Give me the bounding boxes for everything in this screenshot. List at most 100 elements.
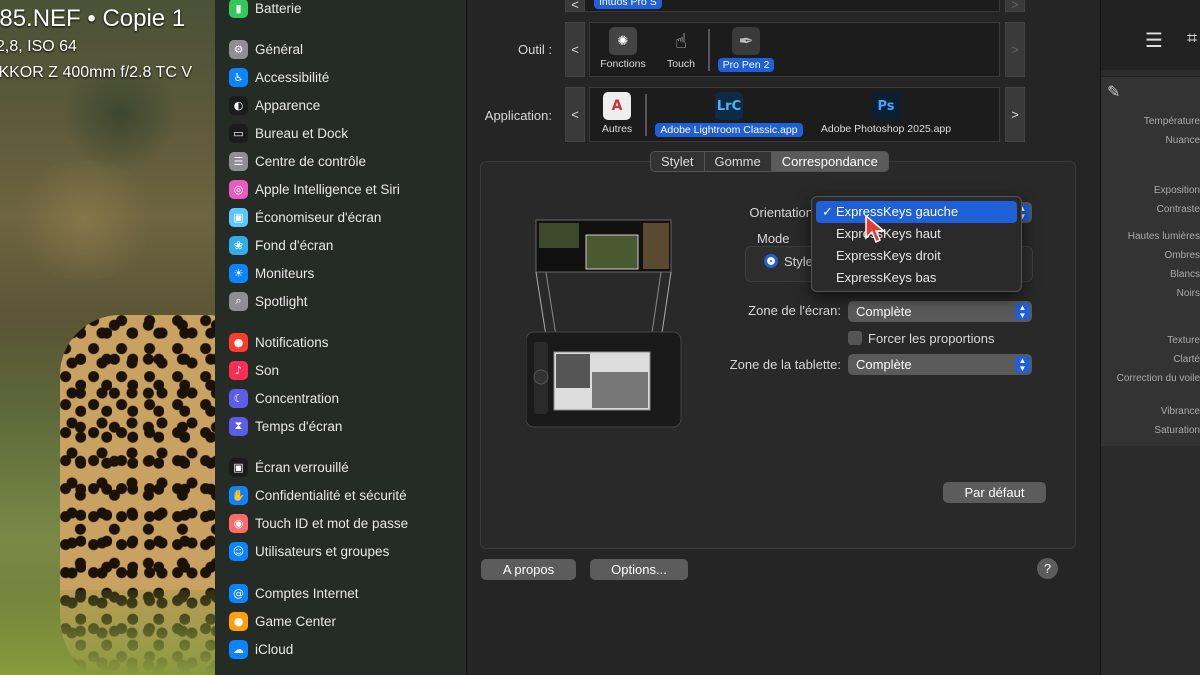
app-separator	[645, 94, 647, 136]
tool-pro-pen-2-label: Pro Pen 2	[717, 58, 775, 72]
touch-ring-illustration	[533, 369, 549, 385]
chevron-updown-icon: ▲ ▼	[1015, 303, 1030, 320]
orientation-option-droit[interactable]: ExpressKeys droit	[816, 245, 1017, 267]
screen-zone-label: Zone de l'écran:	[748, 303, 841, 318]
sidebar-item-7[interactable]: ▣ Économiseur d'écran	[229, 206, 381, 228]
sidebar-item-9[interactable]: ☀ Moniteurs	[229, 262, 314, 284]
photo-lens: IKKOR Z 400mm f/2.8 TC V	[0, 64, 192, 81]
eyedropper-icon[interactable]: ✎	[1107, 82, 1120, 102]
options-button[interactable]: Options...	[590, 559, 688, 580]
gear-icon: ⚙	[229, 39, 248, 59]
device-next-button[interactable]: >	[1005, 0, 1025, 12]
orientation-option-bas[interactable]: ExpressKeys bas	[816, 267, 1017, 289]
sidebar-item-16[interactable]: ✋ Confidentialité et sécurité	[229, 484, 407, 506]
device-intuos-pro-s[interactable]: Intuos Pro S	[594, 0, 662, 9]
tab-correspondance[interactable]: Correspondance	[771, 152, 888, 171]
sidebar-item-18[interactable]: ☺ Utilisateurs et groupes	[229, 540, 389, 562]
device-prev-button[interactable]: <	[565, 0, 585, 12]
sidebar-item-10[interactable]: ⌕ Spotlight	[229, 290, 308, 312]
app-photoshop-label: Adobe Photoshop 2025.app	[820, 123, 952, 135]
tool-prev-button[interactable]: <	[565, 22, 585, 77]
sidebar-item-6[interactable]: ◎ Apple Intelligence et Siri	[229, 178, 400, 200]
sidebar-item-11[interactable]: ● Notifications	[229, 331, 329, 353]
sidebar-item-label: Touch ID et mot de passe	[255, 515, 409, 531]
lightroom-slider-label: Saturation	[1154, 425, 1200, 436]
application-label: Application:	[484, 108, 552, 123]
tablet-zone-popup[interactable]: Complète ▲ ▼	[848, 354, 1032, 375]
sidebar-item-1[interactable]: ⚙ Général	[229, 38, 303, 60]
app-next-button[interactable]: >	[1005, 87, 1025, 142]
users-icon: ☺	[229, 541, 248, 561]
sidebar-item-15[interactable]: ▣ Écran verrouillé	[229, 456, 349, 478]
sidebar-item-5[interactable]: ☰ Centre de contrôle	[229, 150, 366, 172]
sidebar-item-8[interactable]: ❀ Fond d'écran	[229, 234, 333, 256]
moon-icon: ☾	[229, 388, 248, 408]
tool-fonctions-label: Fonctions	[600, 58, 646, 70]
sidebar-item-label: Son	[255, 362, 280, 378]
help-button[interactable]: ?	[1037, 558, 1058, 579]
lightroom-develop-panel: ☰ ⌗ ✎ Température Nuance Exposition Contras…	[1100, 0, 1200, 675]
tool-label: Outil :	[518, 42, 552, 57]
device-strip: Intuos Pro S	[565, 0, 1000, 12]
photo-filename: 385.NEF • Copie 1	[0, 5, 186, 32]
app-photoshop[interactable]: Ps Adobe Photoshop 2025.app	[812, 92, 960, 135]
tab-stylet[interactable]: Stylet	[651, 152, 705, 171]
sidebar-item-13[interactable]: ☾ Concentration	[229, 387, 339, 409]
battery-icon: ▮	[229, 0, 248, 18]
sidebar-item-0[interactable]: ▮ Batterie	[229, 0, 302, 19]
cloud-icon: ☁	[229, 639, 248, 659]
app-lightroom-classic[interactable]: LrC Adobe Lightroom Classic.app	[652, 92, 806, 137]
sidebar-item-label: Comptes Internet	[255, 585, 359, 601]
app-autres[interactable]: A Autres	[594, 92, 640, 135]
other-apps-icon: A	[603, 92, 631, 120]
sidebar-item-21[interactable]: ☁ iCloud	[229, 638, 293, 660]
lightroom-slider-label: Nuance	[1165, 135, 1200, 146]
tablet-window	[556, 354, 590, 388]
tool-fonctions[interactable]: ✺ Fonctions	[596, 27, 650, 70]
sliders-icon[interactable]: ☰	[1145, 28, 1163, 53]
app-prev-button[interactable]: <	[565, 87, 585, 142]
sidebar-item-17[interactable]: ◉ Touch ID et mot de passe	[229, 512, 408, 534]
force-proportions-checkbox[interactable]	[848, 331, 862, 345]
mode-radio-stylet[interactable]	[764, 254, 778, 268]
crop-icon[interactable]: ⌗	[1187, 28, 1197, 49]
wallpaper-icon: ❀	[229, 235, 248, 255]
sidebar-item-4[interactable]: ▭ Bureau et Dock	[229, 122, 348, 144]
tab-gomme[interactable]: Gomme	[705, 152, 772, 171]
siri-icon: ◎	[229, 179, 248, 199]
orientation-option-haut[interactable]: ExpressKeys haut	[816, 223, 1017, 245]
mapping-tabs: Stylet Gomme Correspondance	[650, 151, 889, 172]
sidebar-item-20[interactable]: ● Game Center	[229, 610, 336, 632]
sidebar-item-label: Concentration	[255, 390, 340, 406]
tool-touch[interactable]: ☝ Touch	[656, 27, 706, 70]
tool-next-button[interactable]: >	[1005, 22, 1025, 77]
functions-icon: ✺	[609, 27, 637, 55]
hand-icon: ✋	[229, 485, 248, 505]
sidebar-item-2[interactable]: ♿ Accessibilité	[229, 66, 329, 88]
about-button[interactable]: A propos	[481, 559, 576, 580]
tool-pro-pen-2[interactable]: ✒ Pro Pen 2	[714, 27, 778, 72]
sidebar-item-19[interactable]: @ Comptes Internet	[229, 582, 359, 604]
lightroom-slider-label: Noirs	[1176, 288, 1200, 299]
fingerprint-icon: ◉	[229, 513, 248, 533]
photo-exposure: 2,8, ISO 64	[0, 38, 77, 55]
lightroom-slider-label: Texture	[1167, 335, 1200, 346]
default-button[interactable]: Par défaut	[943, 482, 1046, 503]
grass-image	[0, 590, 215, 675]
lightroom-slider-label: Clarté	[1173, 354, 1200, 365]
lightroom-slider-label: Correction du voile	[1116, 373, 1200, 384]
screen-zone-popup[interactable]: Complète ▲ ▼	[848, 301, 1032, 322]
sidebar-item-3[interactable]: ◐ Apparence	[229, 94, 320, 116]
sidebar-item-14[interactable]: ⧗ Temps d'écran	[229, 415, 342, 437]
hourglass-icon: ⧗	[229, 416, 248, 436]
sidebar-item-12[interactable]: ♪ Son	[229, 359, 279, 381]
orientation-option-gauche[interactable]: ✓ ExpressKeys gauche	[816, 201, 1017, 223]
orientation-option-label: ExpressKeys droit	[836, 248, 941, 263]
appearance-icon: ◐	[229, 95, 248, 115]
lightroom-slider-label: Vibrance	[1160, 406, 1200, 417]
lock-icon: ▣	[229, 457, 248, 477]
sidebar-item-label: Bureau et Dock	[255, 125, 349, 141]
tool-strip: ✺ Fonctions ☝ Touch ✒ Pro Pen 2	[589, 22, 1000, 77]
display-icon: ☀	[229, 263, 248, 283]
control-center-icon: ☰	[229, 151, 248, 171]
